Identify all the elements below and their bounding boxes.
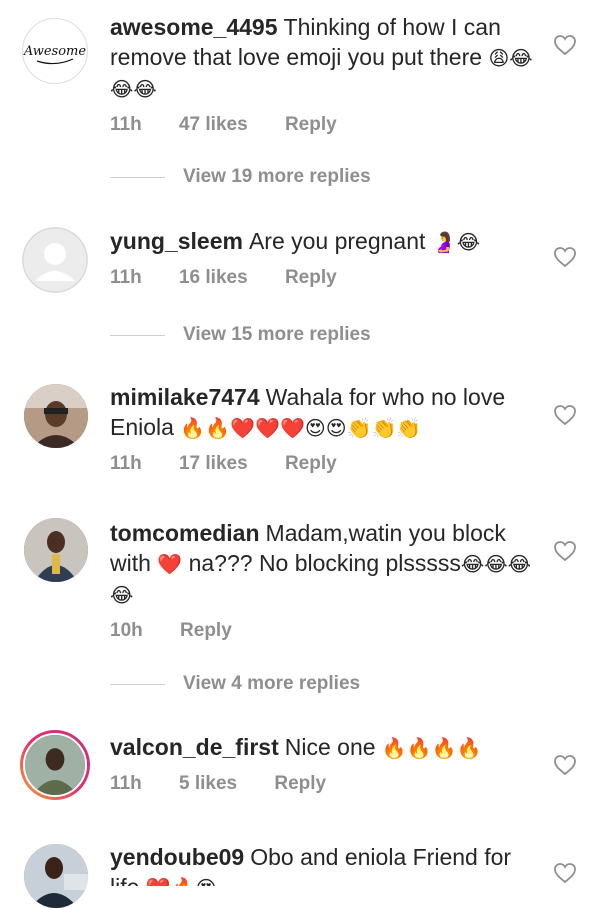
view-replies-button[interactable]: View 4 more replies: [110, 673, 360, 695]
username[interactable]: yung_sleem: [110, 228, 243, 254]
comment-text: Are you pregnant: [248, 228, 426, 254]
username[interactable]: mimilake7474: [110, 384, 260, 410]
view-replies-button[interactable]: View 15 more replies: [110, 324, 371, 346]
likes-count[interactable]: 16 likes: [179, 267, 248, 288]
username[interactable]: awesome_4495: [110, 14, 278, 40]
comment-time: 11h: [110, 267, 142, 288]
comment-emoji: 🔥🔥🔥🔥: [381, 736, 482, 760]
heart-icon[interactable]: [553, 404, 577, 426]
avatar[interactable]: [24, 844, 88, 908]
comment-time: 11h: [110, 453, 142, 474]
comment-time: 10h: [110, 620, 143, 641]
divider-line: [110, 334, 165, 336]
heart-icon[interactable]: [553, 34, 577, 56]
username[interactable]: tomcomedian: [110, 520, 260, 546]
avatar[interactable]: [20, 730, 90, 800]
comment-emoji: 🤰😂: [431, 230, 481, 254]
likes-count[interactable]: 47 likes: [179, 114, 248, 135]
heart-icon[interactable]: [553, 862, 577, 884]
divider-line: [110, 176, 165, 178]
avatar[interactable]: Awesome: [22, 18, 88, 84]
svg-text:Awesome: Awesome: [23, 44, 86, 59]
heart-icon[interactable]: [553, 246, 577, 268]
reply-button[interactable]: Reply: [285, 267, 337, 288]
reply-button[interactable]: Reply: [285, 453, 337, 474]
heart-icon[interactable]: [553, 540, 577, 562]
comment-time: 11h: [110, 773, 142, 794]
avatar[interactable]: [24, 518, 88, 582]
divider-line: [110, 683, 165, 685]
avatar[interactable]: [22, 227, 88, 293]
view-replies-button[interactable]: View 19 more replies: [110, 166, 371, 188]
comment-text: Nice one: [284, 734, 376, 760]
username[interactable]: valcon_de_first: [110, 734, 279, 760]
reply-button[interactable]: Reply: [180, 620, 232, 641]
comment-text-continued: na??? No blocking plsssss: [188, 550, 461, 576]
reply-button[interactable]: Reply: [274, 773, 326, 794]
likes-count[interactable]: 5 likes: [179, 773, 237, 794]
heart-icon[interactable]: [553, 754, 577, 776]
username[interactable]: yendoube09: [110, 844, 244, 870]
comment-emoji: ❤️🔥😍: [146, 876, 217, 886]
likes-count[interactable]: 17 likes: [179, 453, 248, 474]
reply-button[interactable]: Reply: [285, 114, 337, 135]
avatar[interactable]: [24, 384, 88, 448]
comment-time: 11h: [110, 114, 142, 135]
comment-emoji: 🔥🔥❤️❤️❤️😍😍👏👏👏: [180, 416, 422, 440]
comment-emoji: ❤️: [157, 552, 183, 576]
